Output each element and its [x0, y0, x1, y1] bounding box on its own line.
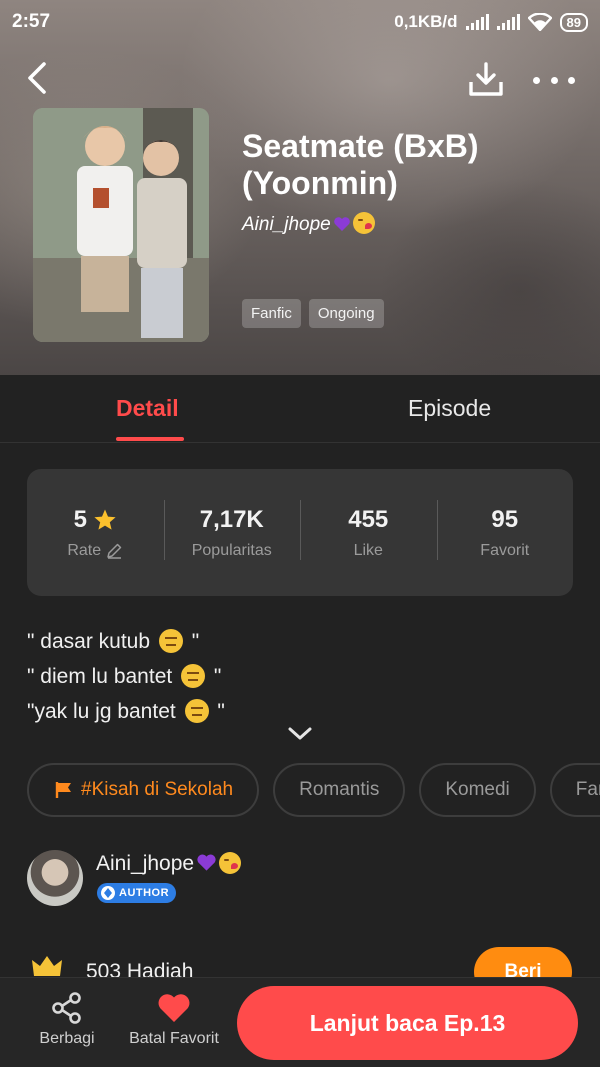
back-arrow-icon[interactable] — [22, 60, 52, 96]
synopsis-text: "yak lu jg bantet — [27, 700, 176, 723]
diamond-icon — [101, 886, 115, 900]
edit-pencil-icon — [107, 543, 122, 559]
cover-artwork — [33, 108, 209, 342]
bottom-action-bar: Berbagi Batal Favorit Lanjut baca Ep.13 — [0, 977, 600, 1067]
active-tab-indicator — [116, 437, 184, 441]
battery-icon: 89 — [559, 12, 588, 32]
author-link[interactable]: Aini_jhope — [242, 212, 375, 236]
favorite-value: 95 — [491, 505, 519, 533]
stat-popularity: 7,17K Popularitas — [163, 499, 301, 560]
tab-bar: Detail Episode — [0, 375, 600, 443]
stat-rate[interactable]: 5 Rate — [27, 506, 164, 560]
genre-label: Komedi — [445, 779, 510, 800]
status-indicators: 0,1KB/d 89 — [394, 12, 588, 32]
purple-heart-icon — [333, 217, 350, 231]
story-title: Seatmate (BxB) (Yoonmin) — [242, 128, 479, 201]
battery-level: 89 — [566, 14, 581, 30]
status-time: 2:57 — [12, 11, 51, 32]
network-speed: 0,1KB/d — [394, 12, 458, 31]
popularity-label: Popularitas — [191, 541, 272, 559]
synopsis: " dasar kutub " " diem lu bantet " "yak … — [27, 624, 225, 729]
more-options-icon[interactable] — [533, 68, 575, 92]
tag-category: Fanfic — [242, 299, 301, 328]
synopsis-text: " dasar kutub — [27, 630, 151, 653]
synopsis-line: " diem lu bantet " — [27, 664, 222, 688]
flag-icon — [55, 782, 71, 798]
star-icon — [94, 509, 116, 530]
chevron-down-icon[interactable] — [286, 723, 314, 745]
genre-label: Fantasi — [575, 779, 600, 800]
like-label: Like — [353, 541, 383, 559]
expressionless-face-icon — [181, 664, 206, 688]
heart-icon — [158, 994, 190, 1022]
stat-favorite: 95 Favorit — [436, 499, 574, 560]
signal-icon — [496, 14, 520, 30]
story-header: 2:57 0,1KB/d 89 Seatmate (BxB) (Yoonmin)… — [0, 0, 600, 375]
author-avatar[interactable] — [27, 850, 83, 906]
favorite-label: Batal Favorit — [129, 1030, 219, 1047]
purple-heart-icon — [197, 854, 216, 871]
genre-chips: #Kisah di Sekolah Romantis Komedi Fantas… — [27, 763, 600, 817]
author-card-name[interactable]: Aini_jhope — [96, 852, 242, 876]
stat-like: 455 Like — [300, 499, 437, 560]
author-card-name-text: Aini_jhope — [96, 852, 195, 875]
story-tags: Fanfic Ongoing — [242, 299, 384, 328]
stats-card: 5 Rate 7,17K Popularitas 455 Like 95 Fav… — [27, 469, 573, 596]
wifi-icon — [527, 13, 552, 31]
synopsis-line: "yak lu jg bantet " — [27, 699, 225, 723]
synopsis-line: " dasar kutub " — [27, 629, 200, 653]
popularity-value: 7,17K — [199, 505, 264, 533]
stat-value-wrap: 5 — [27, 506, 164, 534]
unfavorite-button[interactable]: Batal Favorit — [122, 992, 226, 1048]
unamused-face-icon — [158, 629, 183, 653]
genre-label: #Kisah di Sekolah — [81, 779, 234, 800]
tab-detail[interactable]: Detail — [116, 395, 179, 422]
rate-label: Rate — [67, 541, 102, 559]
status-bar: 2:57 0,1KB/d 89 — [0, 0, 600, 44]
genre-chip[interactable]: Romantis — [273, 763, 406, 817]
author-badge-label: AUTHOR — [119, 887, 170, 899]
synopsis-text: " diem lu bantet — [27, 665, 173, 688]
rate-value: 5 — [73, 505, 87, 533]
share-label: Berbagi — [39, 1030, 95, 1047]
signal-icon — [465, 14, 489, 30]
continue-reading-button[interactable]: Lanjut baca Ep.13 — [237, 986, 578, 1060]
author-badge: AUTHOR — [97, 883, 177, 903]
genre-chip[interactable]: Komedi — [419, 763, 536, 817]
tab-episode[interactable]: Episode — [408, 395, 491, 422]
favorite-label: Favorit — [480, 541, 530, 559]
author-name: Aini_jhope — [242, 214, 331, 235]
genre-label: Romantis — [299, 779, 380, 800]
kiss-emoji-icon — [352, 212, 375, 234]
steam-face-icon — [184, 699, 209, 723]
kiss-emoji-icon — [219, 852, 242, 874]
share-button[interactable]: Berbagi — [30, 992, 104, 1048]
cover-image — [33, 108, 209, 342]
genre-chip-primary[interactable]: #Kisah di Sekolah — [27, 763, 260, 817]
download-icon[interactable] — [466, 60, 506, 100]
stat-label-wrap: Rate — [27, 542, 164, 560]
genre-track: #Kisah di Sekolah Romantis Komedi Fantas… — [27, 763, 600, 817]
share-icon — [52, 992, 81, 1024]
like-value: 455 — [348, 505, 389, 533]
genre-chip[interactable]: Fantasi — [549, 763, 600, 817]
gift-crown-icon — [32, 956, 62, 976]
tag-status: Ongoing — [308, 299, 384, 328]
